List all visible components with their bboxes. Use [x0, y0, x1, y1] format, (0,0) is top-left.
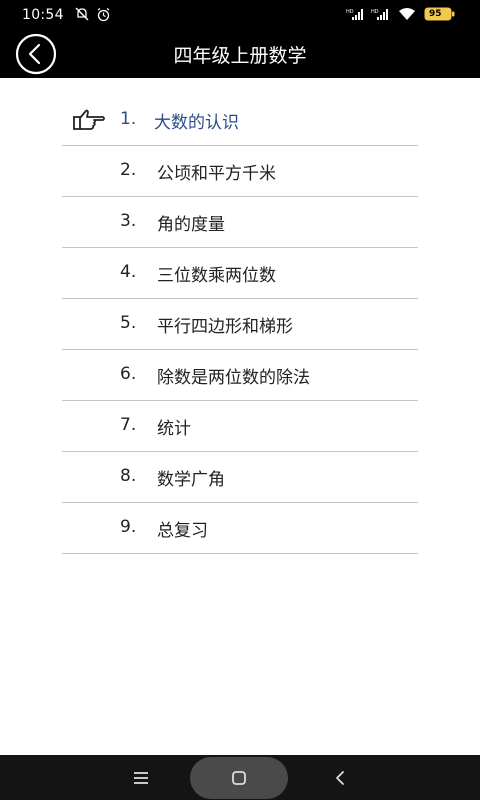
svg-text:HD: HD: [346, 9, 354, 15]
mute-icon: [75, 7, 89, 21]
system-nav-bar: [0, 755, 480, 800]
svg-text:HD: HD: [371, 9, 379, 15]
chapter-item-7[interactable]: 7. 统计: [62, 401, 418, 452]
chapter-number: 9.: [120, 517, 137, 537]
menu-icon[interactable]: [132, 770, 150, 786]
page-title: 四年级上册数学: [173, 45, 307, 67]
chapter-label: 除数是两位数的除法: [157, 368, 310, 388]
back-arrow-icon[interactable]: [333, 769, 347, 787]
battery-level: 95: [429, 9, 442, 19]
chapter-label: 平行四边形和梯形: [157, 317, 293, 337]
home-button[interactable]: [190, 757, 288, 799]
chapter-item-1[interactable]: 1. 大数的认识: [62, 95, 418, 146]
signal-icon-2: HD: [371, 9, 388, 20]
chapter-label: 大数的认识: [154, 113, 239, 133]
chapter-item-8[interactable]: 8. 数学广角: [62, 452, 418, 503]
chapter-number: 2.: [120, 160, 137, 180]
wifi-icon: [399, 8, 415, 20]
chapter-label: 角的度量: [157, 215, 225, 235]
chapter-label: 总复习: [157, 521, 208, 541]
chapter-list: 1. 大数的认识 2. 公顷和平方千米 3. 角的度量 4. 三位数乘两位数 5…: [62, 95, 418, 554]
chapter-item-3[interactable]: 3. 角的度量: [62, 197, 418, 248]
pointing-hand-icon: [73, 109, 105, 130]
chapter-label: 公顷和平方千米: [157, 164, 276, 184]
chapter-item-5[interactable]: 5. 平行四边形和梯形: [62, 299, 418, 350]
status-time: 10:54: [22, 7, 64, 23]
chapter-label: 三位数乘两位数: [157, 266, 276, 286]
chapter-number: 8.: [120, 466, 137, 486]
chapter-item-9[interactable]: 9. 总复习: [62, 503, 418, 554]
chapter-number: 4.: [120, 262, 137, 282]
chapter-number: 6.: [120, 364, 137, 384]
chapter-number: 1.: [120, 109, 137, 129]
status-bar: 10:54 HD HD 95: [0, 0, 480, 30]
alarm-icon: [97, 8, 110, 22]
chapter-label: 数学广角: [157, 470, 225, 490]
signal-icon: HD: [346, 9, 363, 20]
chapter-number: 7.: [120, 415, 137, 435]
app-bar: 四年级上册数学: [0, 30, 480, 78]
chapter-item-4[interactable]: 4. 三位数乘两位数: [62, 248, 418, 299]
chapter-number: 5.: [120, 313, 137, 333]
chapter-number: 3.: [120, 211, 137, 231]
chapter-label: 统计: [157, 419, 191, 439]
chapter-item-2[interactable]: 2. 公顷和平方千米: [62, 146, 418, 197]
chapter-item-6[interactable]: 6. 除数是两位数的除法: [62, 350, 418, 401]
home-square-icon: [232, 771, 246, 785]
